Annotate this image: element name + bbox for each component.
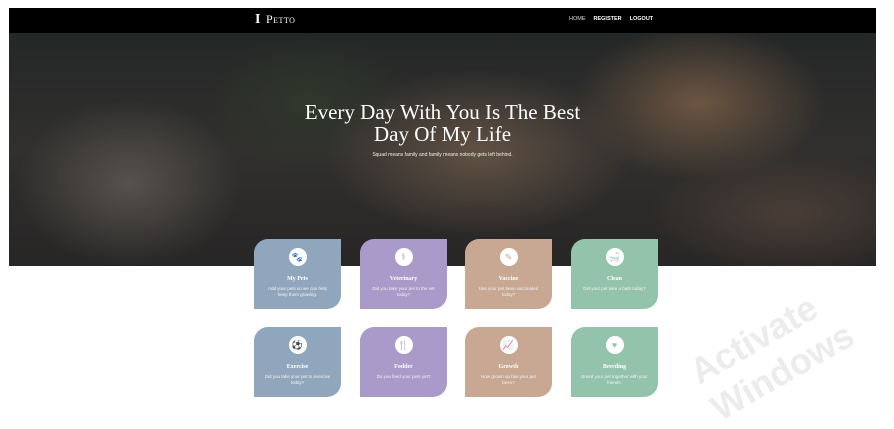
chart-icon-glyph: 📈 bbox=[502, 339, 515, 350]
stethoscope-icon-glyph: ⚕ bbox=[401, 251, 406, 262]
bath-icon: 🛁 bbox=[605, 248, 624, 266]
card-fodder[interactable]: 🍴 Fodder Do you feed your pets yet? bbox=[360, 327, 447, 397]
hero-subtitle: Squad means family and family means nobo… bbox=[372, 152, 513, 158]
card-title: Vaccine bbox=[498, 276, 519, 282]
heart-icon-glyph: ♥ bbox=[611, 340, 618, 350]
card-description: Add your pets so we can help keep them g… bbox=[267, 286, 328, 297]
brand-name: Petto bbox=[265, 12, 296, 26]
hero-title: Every Day With You Is The Best Day Of My… bbox=[9, 101, 876, 145]
card-veterinary[interactable]: ⚕ Veterinary Did you take your pet to the … bbox=[360, 239, 447, 309]
card-title: Veterinary bbox=[389, 276, 418, 282]
stethoscope-icon: ⚕ bbox=[394, 248, 413, 266]
nav-menu: HOME REGISTER LOGOUT bbox=[569, 16, 653, 22]
heart-icon: ♥ bbox=[605, 336, 624, 354]
bath-icon-glyph: 🛁 bbox=[608, 251, 621, 262]
card-description: Did you take your pet to the vet today? bbox=[372, 286, 435, 297]
hero-banner: Every Day With You Is The Best Day Of My… bbox=[9, 33, 876, 266]
hero-title-line2: Day Of My Life bbox=[373, 122, 512, 146]
card-description: Do you feed your pets yet? bbox=[376, 374, 431, 379]
cutlery-icon: 🍴 bbox=[394, 336, 413, 354]
card-title: Fodder bbox=[394, 364, 413, 370]
cutlery-icon-glyph: 🍴 bbox=[397, 339, 410, 350]
card-vaccine[interactable]: ✎ Vaccine Has your pet been vaccinated tod… bbox=[465, 239, 552, 309]
card-breeding[interactable]: ♥ Breeding Breed your pet together with yo… bbox=[571, 327, 658, 397]
ball-icon-glyph: ⚽ bbox=[291, 339, 304, 350]
top-navbar: I Petto HOME REGISTER LOGOUT bbox=[9, 8, 876, 33]
chart-icon: 📈 bbox=[499, 336, 518, 354]
card-exercise[interactable]: ⚽ Exercise Did you take your pet to exerci… bbox=[254, 327, 341, 397]
paw-icon-glyph: 🐾 bbox=[291, 251, 304, 262]
card-description: How grown up has your pet been? bbox=[481, 374, 536, 385]
card-title: Exercise bbox=[286, 364, 309, 370]
card-growth[interactable]: 📈 Growth How grown up has your pet been? bbox=[465, 327, 552, 397]
card-description: Breed your pet together with your friend… bbox=[581, 374, 648, 385]
card-my-pets[interactable]: 🐾 My Pets Add your pets so we can help kee… bbox=[254, 239, 341, 309]
nav-link-register[interactable]: REGISTER bbox=[594, 16, 622, 22]
nav-link-home[interactable]: HOME bbox=[569, 16, 586, 22]
hero-title-line1: Every Day With You Is The Best bbox=[304, 100, 581, 124]
nav-link-logout[interactable]: LOGOUT bbox=[630, 16, 654, 22]
card-title: Clean bbox=[607, 276, 622, 282]
brand-mark: I bbox=[255, 12, 261, 27]
ball-icon: ⚽ bbox=[288, 336, 307, 354]
card-description: Has your pet been vaccinated today? bbox=[478, 286, 539, 297]
brand-logo[interactable]: I Petto bbox=[255, 12, 295, 28]
card-description: Did you take your pet to exercise today? bbox=[264, 374, 331, 385]
card-title: Breeding bbox=[602, 364, 627, 370]
card-title: My Pets bbox=[287, 276, 308, 282]
paw-icon: 🐾 bbox=[288, 248, 307, 266]
card-clean[interactable]: 🛁 Clean Did your pet take a bath today? bbox=[571, 239, 658, 309]
hero-text: Every Day With You Is The Best Day Of My… bbox=[9, 101, 876, 158]
card-title: Growth bbox=[498, 364, 519, 370]
syringe-icon: ✎ bbox=[499, 248, 518, 266]
card-description: Did your pet take a bath today? bbox=[583, 286, 646, 291]
syringe-icon-glyph: ✎ bbox=[504, 251, 513, 262]
